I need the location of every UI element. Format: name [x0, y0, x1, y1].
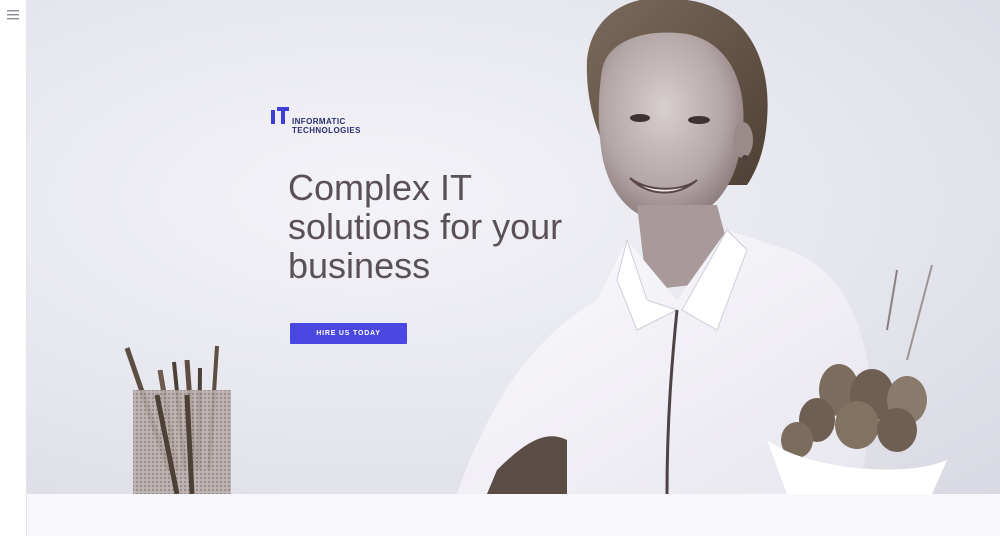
- sidebar: [0, 0, 27, 536]
- it-logo-icon: [271, 107, 289, 124]
- below-fold-section: [27, 494, 1000, 536]
- pencil-cup: [124, 345, 231, 494]
- headline-line-2: solutions for your: [288, 206, 563, 247]
- brand-name: INFORMATIC TECHNOLOGIES: [292, 117, 361, 135]
- hero-headline: Complex IT solutions for your business: [288, 168, 588, 285]
- brand-line-1: INFORMATIC: [292, 117, 346, 126]
- brand-logo[interactable]: INFORMATIC TECHNOLOGIES: [270, 106, 361, 136]
- hero-section: INFORMATIC TECHNOLOGIES Complex IT solut…: [27, 0, 1000, 494]
- hamburger-icon[interactable]: [6, 8, 20, 20]
- headline-line-1: Complex IT: [288, 167, 473, 208]
- hire-us-button[interactable]: HIRE US TODAY: [290, 323, 407, 344]
- headline-line-3: business: [288, 245, 431, 286]
- brand-line-2: TECHNOLOGIES: [292, 126, 361, 135]
